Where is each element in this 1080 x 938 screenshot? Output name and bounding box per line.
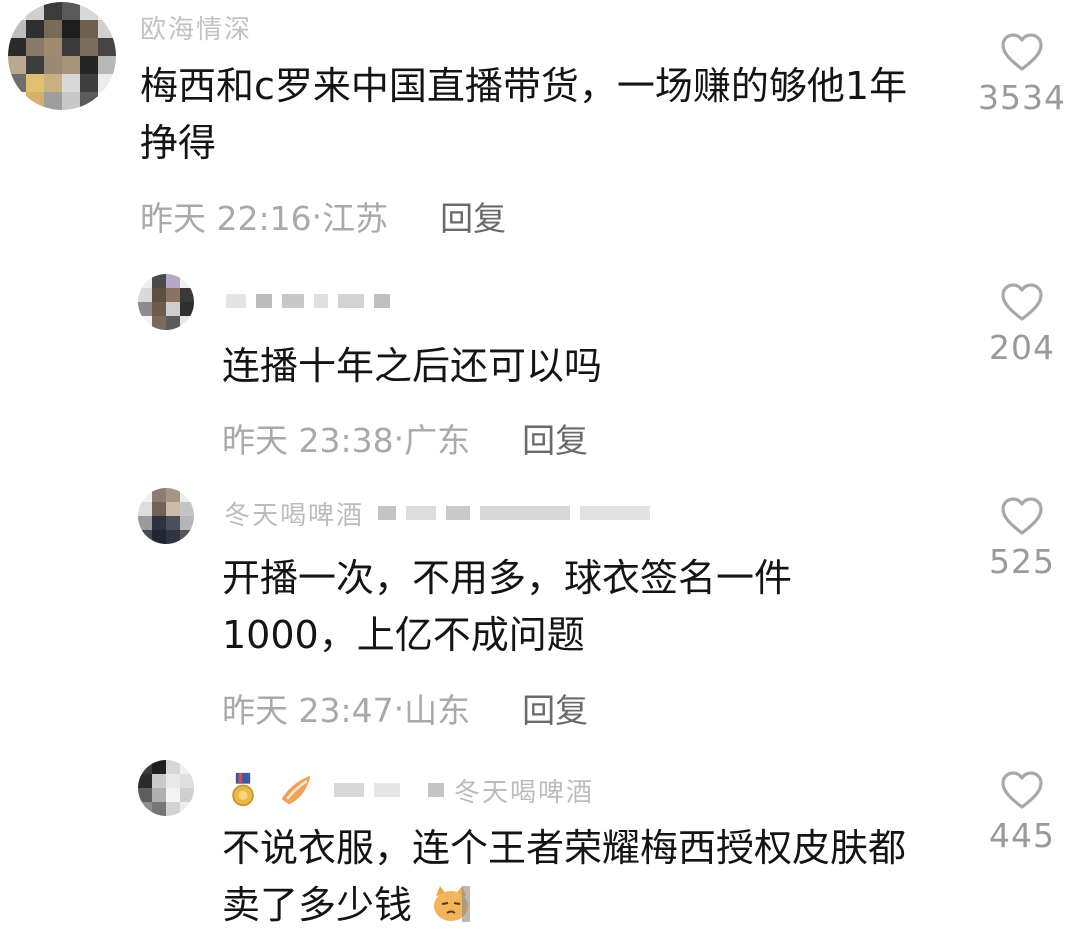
comment-meta: 昨天 23:47 · 山东 回复 xyxy=(222,684,588,732)
comment-time: 昨天 23:47 xyxy=(222,691,394,730)
like-button[interactable]: 445 xyxy=(962,770,1080,855)
like-count: 525 xyxy=(989,542,1055,581)
blurred-name xyxy=(314,294,328,308)
like-count: 3534 xyxy=(978,78,1066,117)
blurred-name xyxy=(334,783,364,797)
avatar[interactable] xyxy=(138,274,194,330)
meta-separator: · xyxy=(393,418,405,458)
like-button[interactable]: 525 xyxy=(962,496,1080,581)
like-button[interactable]: 3534 xyxy=(962,32,1080,117)
comment-item: 冬天喝啤酒 不说衣服，连个王者荣耀梅西授权皮肤都卖了多少钱 445 xyxy=(0,756,1080,938)
comment-item: 欧海情深 梅西和c罗来中国直播带货，一场赚的够他1年挣得 昨天 22:16 · … xyxy=(0,0,1080,250)
username[interactable]: 冬天喝啤酒 xyxy=(224,498,660,528)
rank-badge-icon xyxy=(281,775,311,805)
heart-outline-icon xyxy=(1001,497,1043,535)
comment-text: 梅西和c罗来中国直播带货，一场赚的够他1年挣得 xyxy=(140,64,908,165)
blurred-name xyxy=(226,294,246,308)
blurred-name xyxy=(428,783,444,797)
username[interactable]: 欧海情深 xyxy=(140,12,253,43)
like-count: 445 xyxy=(989,816,1055,855)
avatar[interactable] xyxy=(138,760,194,816)
meta-separator: · xyxy=(311,196,323,236)
heart-outline-icon xyxy=(1001,283,1043,321)
comment-item: 冬天喝啤酒 开播一次，不用多，球衣签名一件1000，上亿不成问题 昨天 23:4… xyxy=(0,484,1080,744)
blurred-name xyxy=(446,506,471,520)
comment-item: 连播十年之后还可以吗 昨天 23:38 · 广东 回复 204 xyxy=(0,270,1080,470)
username-text: 欧海情深 xyxy=(140,14,253,43)
comment-text: 开播一次，不用多，球衣签名一件1000，上亿不成问题 xyxy=(222,556,793,657)
username-text: 冬天喝啤酒 xyxy=(454,777,595,808)
username-text: 冬天喝啤酒 xyxy=(224,500,365,529)
comment-location: 山东 xyxy=(404,691,471,730)
blurred-name xyxy=(378,506,397,520)
comment-meta: 昨天 23:38 · 广东 回复 xyxy=(222,414,588,462)
avatar[interactable] xyxy=(8,2,116,110)
blurred-name xyxy=(406,506,437,520)
blurred-name xyxy=(374,783,400,797)
comment-location: 江苏 xyxy=(322,199,389,238)
comment-time: 昨天 22:16 xyxy=(140,199,312,238)
meta-separator: · xyxy=(393,688,405,728)
comment-text: 连播十年之后还可以吗 xyxy=(222,344,603,388)
reply-button[interactable]: 回复 xyxy=(522,684,588,732)
heart-outline-icon xyxy=(1001,33,1043,71)
reply-button[interactable]: 回复 xyxy=(522,414,588,462)
reply-button[interactable]: 回复 xyxy=(440,192,506,240)
comment-text-content: 不说衣服，连个王者荣耀梅西授权皮肤都卖了多少钱 xyxy=(222,826,907,927)
blurred-name xyxy=(580,506,651,520)
cat-emoji-icon xyxy=(430,882,473,924)
heart-outline-icon xyxy=(1001,771,1043,809)
blurred-name xyxy=(256,294,272,308)
blurred-name xyxy=(338,294,364,308)
comment-text: 不说衣服，连个王者荣耀梅西授权皮肤都卖了多少钱 xyxy=(222,820,942,934)
avatar[interactable] xyxy=(138,488,194,544)
username[interactable] xyxy=(226,286,400,316)
comment-time: 昨天 23:38 xyxy=(222,421,394,460)
medal-icon xyxy=(232,772,254,807)
blurred-name xyxy=(480,506,571,520)
comment-meta: 昨天 22:16 · 江苏 回复 xyxy=(140,192,506,240)
blurred-name xyxy=(374,294,390,308)
like-count: 204 xyxy=(989,328,1055,367)
comment-location: 广东 xyxy=(404,421,471,460)
blurred-name xyxy=(282,294,304,308)
username[interactable]: 冬天喝啤酒 xyxy=(228,768,594,812)
like-button[interactable]: 204 xyxy=(962,282,1080,367)
